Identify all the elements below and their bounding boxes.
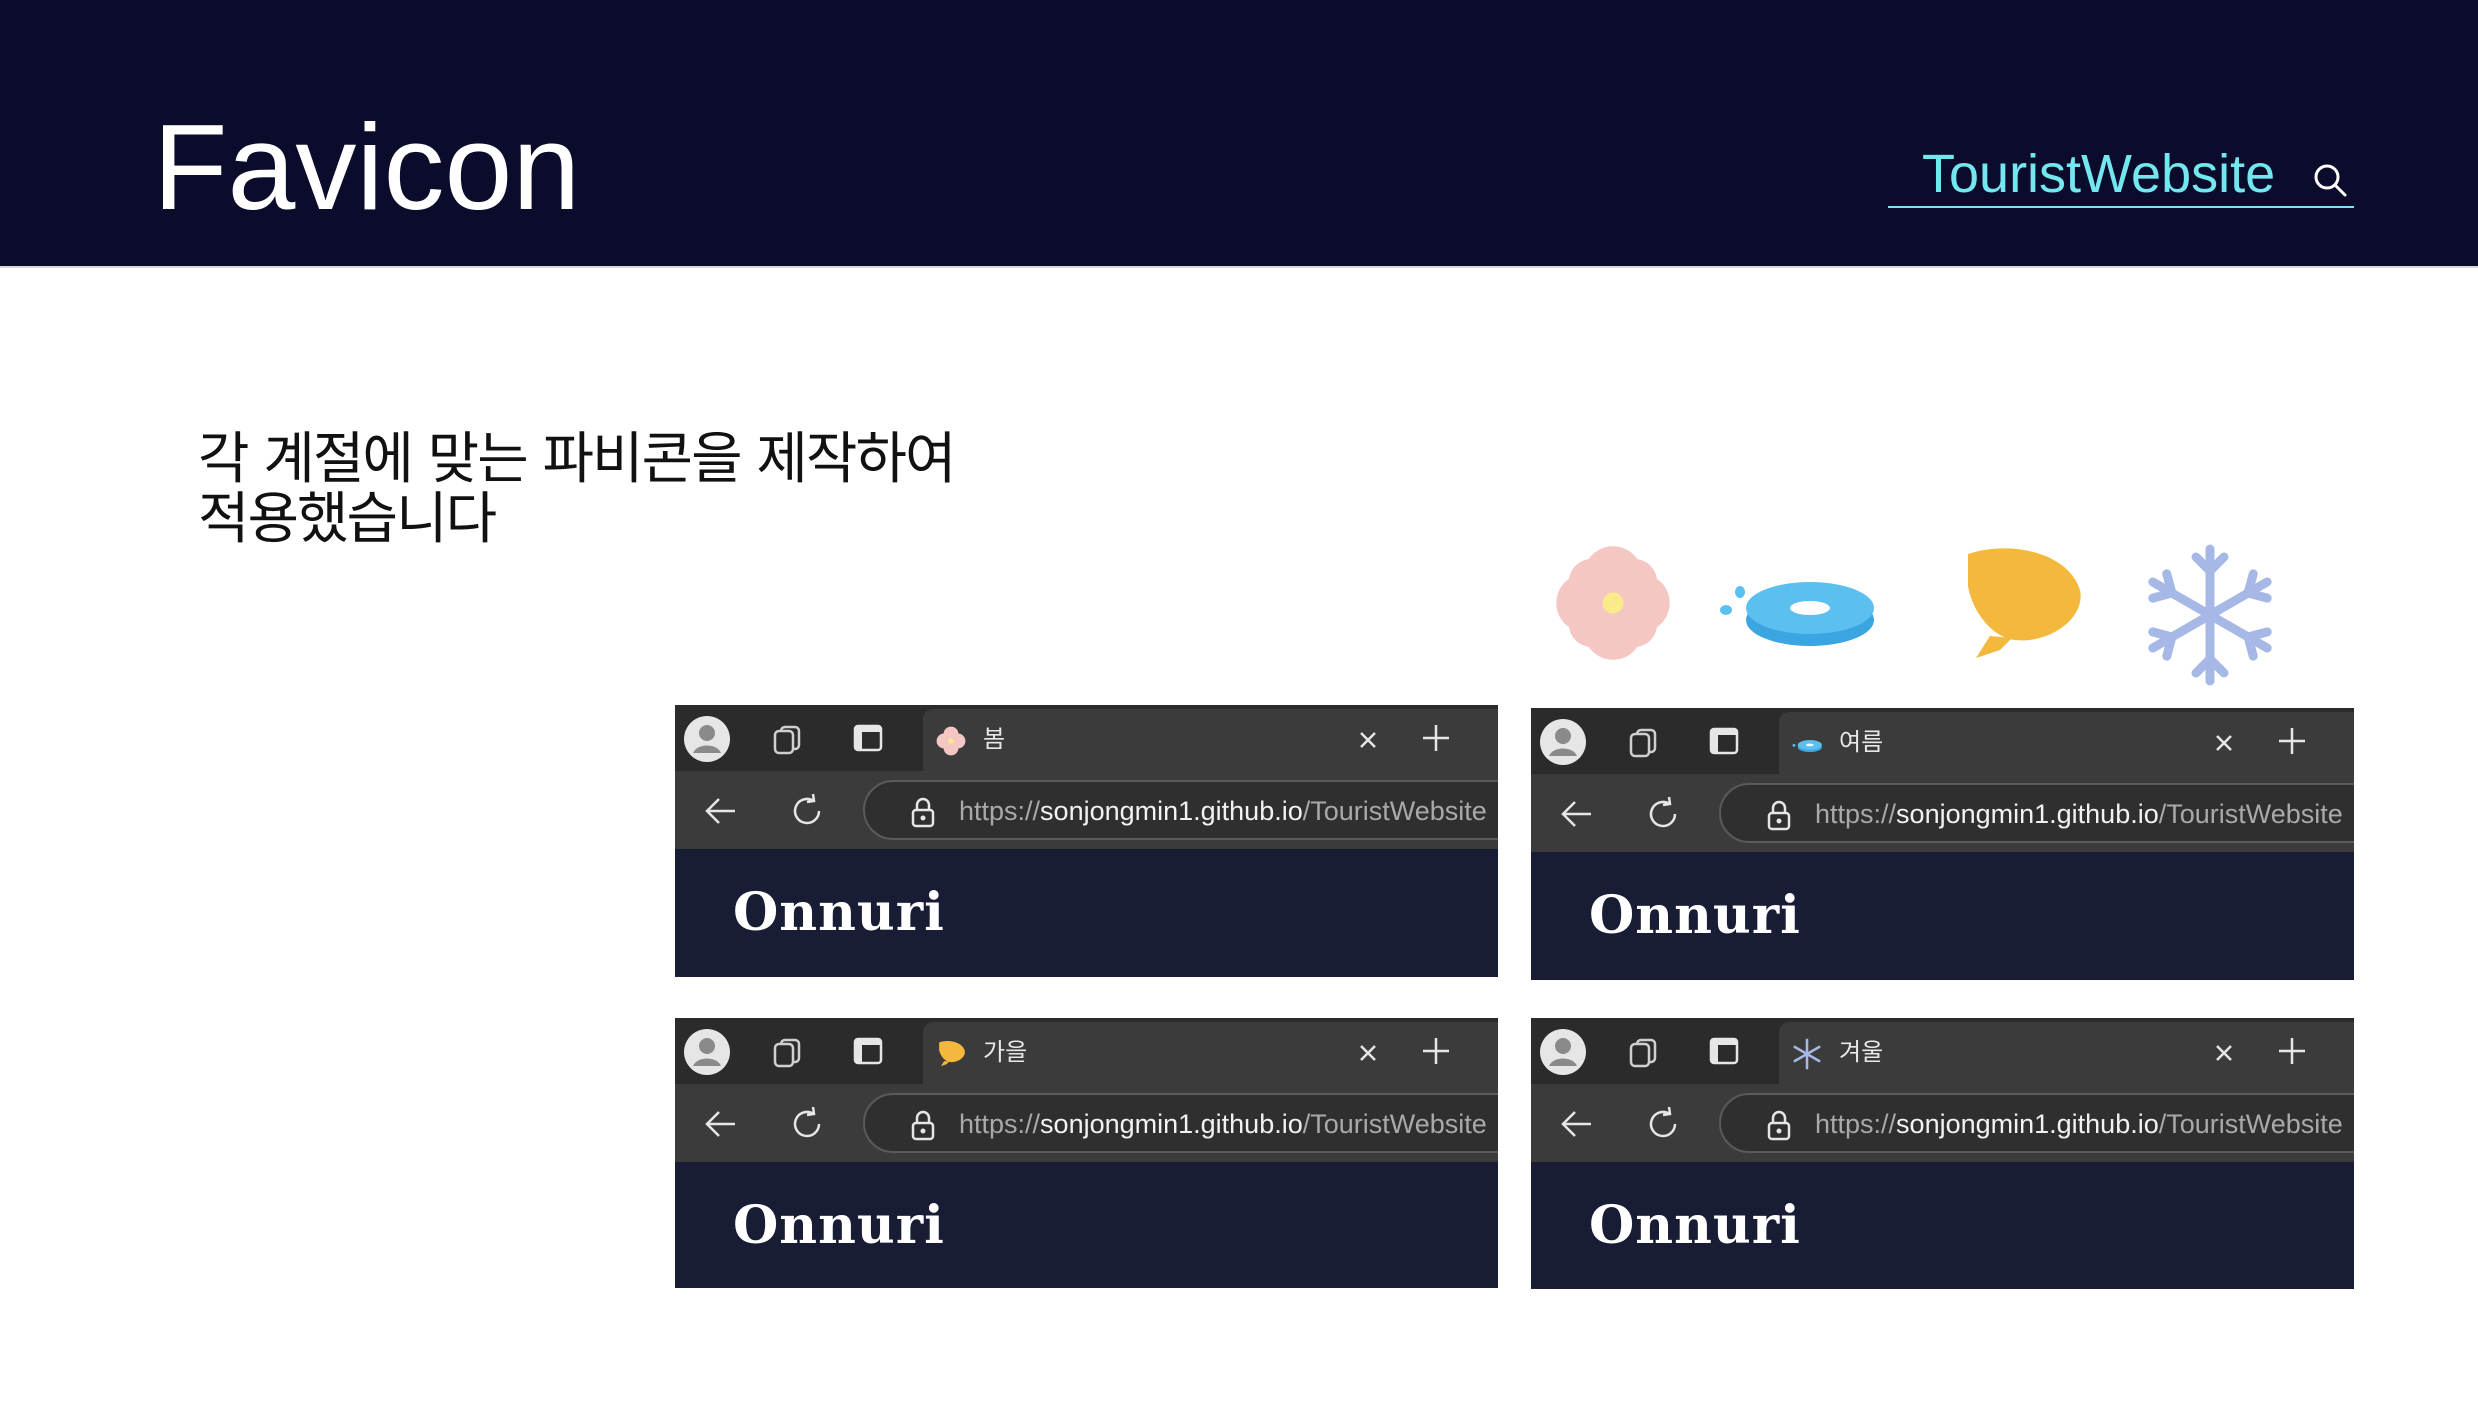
browser-window-autumn: 가을 https://sonjongmin1.github.io/Tourist…	[675, 1018, 1498, 1288]
url-path: /TouristWebsite	[2158, 799, 2343, 829]
reload-icon[interactable]	[1643, 1104, 1683, 1144]
winter-snowflake-icon	[1793, 1038, 1821, 1070]
lock-icon	[1767, 800, 1791, 831]
url-host: sonjongmin1.github.io	[1896, 1109, 2159, 1139]
url-path: /TouristWebsite	[2158, 1109, 2343, 1139]
profile-icon[interactable]	[1539, 718, 1587, 766]
reload-icon[interactable]	[1643, 794, 1683, 834]
back-arrow-icon[interactable]	[701, 1104, 741, 1144]
spring-flower-icon	[936, 726, 966, 756]
collections-icon[interactable]	[769, 1034, 805, 1070]
url-text: https://sonjongmin1.github.io/TouristWeb…	[959, 794, 1487, 828]
summer-pool-float-icon	[1720, 582, 1874, 646]
reload-icon[interactable]	[787, 1104, 827, 1144]
tab-bar: 가을	[675, 1018, 1498, 1084]
back-arrow-icon[interactable]	[1557, 794, 1597, 834]
reload-icon[interactable]	[787, 791, 827, 831]
url-host: sonjongmin1.github.io	[1040, 796, 1303, 826]
lock-icon	[911, 1110, 935, 1141]
collections-icon[interactable]	[1625, 724, 1661, 760]
tab-bar: 여름	[1531, 708, 2354, 774]
close-icon[interactable]	[2209, 728, 2239, 758]
profile-icon[interactable]	[683, 715, 731, 763]
close-icon[interactable]	[1353, 1038, 1383, 1068]
site-header: Onnuri	[675, 1162, 1498, 1288]
address-toolbar: https://sonjongmin1.github.io/TouristWeb…	[1531, 774, 2354, 852]
url-text: https://sonjongmin1.github.io/TouristWeb…	[959, 1107, 1487, 1141]
new-tab-icon[interactable]	[1419, 721, 1453, 755]
url-host: sonjongmin1.github.io	[1896, 799, 2159, 829]
page-title: Favicon	[153, 99, 581, 235]
profile-icon[interactable]	[1539, 1028, 1587, 1076]
site-header: Onnuri	[1531, 852, 2354, 980]
summer-pool-float-icon	[1792, 740, 1822, 753]
tab-autumn[interactable]: 가을	[923, 1022, 1498, 1084]
url-scheme: https://	[1815, 799, 1897, 829]
tab-actions-icon[interactable]	[1707, 1034, 1741, 1068]
site-logo[interactable]: Onnuri	[733, 1196, 945, 1256]
browser-window-summer: 여름 https://sonjongmin1.github.io/Tourist…	[1531, 708, 2354, 980]
tab-actions-icon[interactable]	[851, 721, 885, 755]
winter-snowflake-icon	[2148, 544, 2272, 686]
close-icon[interactable]	[1353, 725, 1383, 755]
url-path: /TouristWebsite	[1302, 1109, 1487, 1139]
site-header: Onnuri	[1531, 1162, 2354, 1289]
site-logo[interactable]: Onnuri	[1589, 886, 1801, 946]
tab-summer[interactable]: 여름	[1779, 712, 2354, 774]
spring-flower-icon	[1556, 546, 1670, 660]
close-icon[interactable]	[2209, 1038, 2239, 1068]
search-icon[interactable]	[2312, 162, 2348, 198]
tab-actions-icon[interactable]	[851, 1034, 885, 1068]
brand-label: TouristWebsite	[1922, 144, 2276, 204]
browser-window-spring: 봄 https://sonjongmin1.github.io/TouristW…	[675, 705, 1498, 977]
lock-icon	[911, 797, 935, 828]
address-bar[interactable]: https://sonjongmin1.github.io/TouristWeb…	[863, 1093, 1498, 1153]
autumn-leaf-fan-icon	[1968, 548, 2081, 658]
url-scheme: https://	[959, 1109, 1041, 1139]
address-toolbar: https://sonjongmin1.github.io/TouristWeb…	[675, 771, 1498, 849]
browser-window-winter: 겨울 https://sonjongmin1.github.io/Tourist…	[1531, 1018, 2354, 1289]
description-line-2: 적용했습니다	[198, 487, 497, 552]
tab-winter[interactable]: 겨울	[1779, 1022, 2354, 1084]
description: 각 계절에 맞는 파비콘을 제작하여 적용했습니다	[198, 427, 956, 552]
tab-label: 봄	[983, 725, 1006, 753]
description-line-1: 각 계절에 맞는 파비콘을 제작하여	[198, 427, 956, 492]
tab-spring[interactable]: 봄	[923, 709, 1498, 771]
back-arrow-icon[interactable]	[701, 791, 741, 831]
url-path: /TouristWebsite	[1302, 796, 1487, 826]
profile-icon[interactable]	[683, 1028, 731, 1076]
url-text: https://sonjongmin1.github.io/TouristWeb…	[1815, 1107, 2343, 1141]
address-toolbar: https://sonjongmin1.github.io/TouristWeb…	[1531, 1084, 2354, 1162]
address-bar[interactable]: https://sonjongmin1.github.io/TouristWeb…	[863, 780, 1498, 840]
new-tab-icon[interactable]	[2275, 1034, 2309, 1068]
collections-icon[interactable]	[1625, 1034, 1661, 1070]
tab-label: 여름	[1839, 728, 1884, 756]
collections-icon[interactable]	[769, 721, 805, 757]
url-host: sonjongmin1.github.io	[1040, 1109, 1303, 1139]
new-tab-icon[interactable]	[2275, 724, 2309, 758]
address-bar[interactable]: https://sonjongmin1.github.io/TouristWeb…	[1719, 1093, 2354, 1153]
url-text: https://sonjongmin1.github.io/TouristWeb…	[1815, 797, 2343, 831]
season-icons-row	[1540, 540, 2300, 700]
lock-icon	[1767, 1110, 1791, 1141]
header-bar: Favicon TouristWebsite	[0, 0, 2478, 268]
tab-bar: 봄	[675, 705, 1498, 771]
site-header: Onnuri	[675, 849, 1498, 977]
site-logo[interactable]: Onnuri	[1589, 1196, 1801, 1256]
tab-bar: 겨울	[1531, 1018, 2354, 1084]
address-bar[interactable]: https://sonjongmin1.github.io/TouristWeb…	[1719, 783, 2354, 843]
tab-label: 가을	[983, 1038, 1028, 1066]
new-tab-icon[interactable]	[1419, 1034, 1453, 1068]
tab-label: 겨울	[1839, 1038, 1884, 1066]
tab-actions-icon[interactable]	[1707, 724, 1741, 758]
back-arrow-icon[interactable]	[1557, 1104, 1597, 1144]
url-scheme: https://	[959, 796, 1041, 826]
site-logo[interactable]: Onnuri	[733, 883, 945, 943]
autumn-leaf-fan-icon	[939, 1041, 965, 1067]
slide: Favicon TouristWebsite 각 계절에 맞는 파비콘을 제작하…	[0, 0, 2478, 1406]
brand-search-box[interactable]: TouristWebsite	[1888, 140, 2354, 208]
address-toolbar: https://sonjongmin1.github.io/TouristWeb…	[675, 1084, 1498, 1162]
url-scheme: https://	[1815, 1109, 1897, 1139]
